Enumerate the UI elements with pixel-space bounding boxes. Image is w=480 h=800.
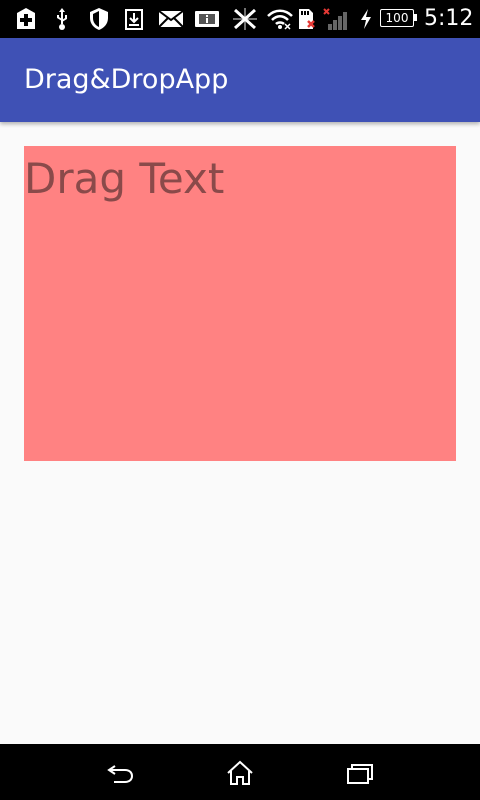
back-icon[interactable] xyxy=(104,758,136,788)
recents-icon[interactable] xyxy=(344,758,376,788)
info-icon xyxy=(194,7,220,31)
status-bar: 100 5:12 xyxy=(0,0,480,38)
home-icon[interactable] xyxy=(224,758,256,788)
usb-icon xyxy=(50,7,74,31)
signal-blocked-icon xyxy=(232,7,258,31)
wifi-icon xyxy=(266,7,294,31)
shield-icon xyxy=(86,7,112,31)
drag-text[interactable]: Drag Text xyxy=(24,154,224,204)
app-title: Drag&DropApp xyxy=(24,64,229,95)
drag-source-box[interactable]: Drag Text xyxy=(24,146,456,461)
navigation-bar xyxy=(0,744,480,800)
mail-icon xyxy=(158,7,184,31)
sd-card-icon xyxy=(294,7,318,31)
battery-level: 100 xyxy=(380,9,417,27)
app-bar: Drag&DropApp xyxy=(0,38,480,122)
hospital-plus-icon xyxy=(12,7,40,31)
download-icon xyxy=(122,7,146,31)
cell-signal-icon xyxy=(322,7,350,31)
charging-icon xyxy=(356,7,376,31)
status-time: 5:12 xyxy=(424,6,474,31)
